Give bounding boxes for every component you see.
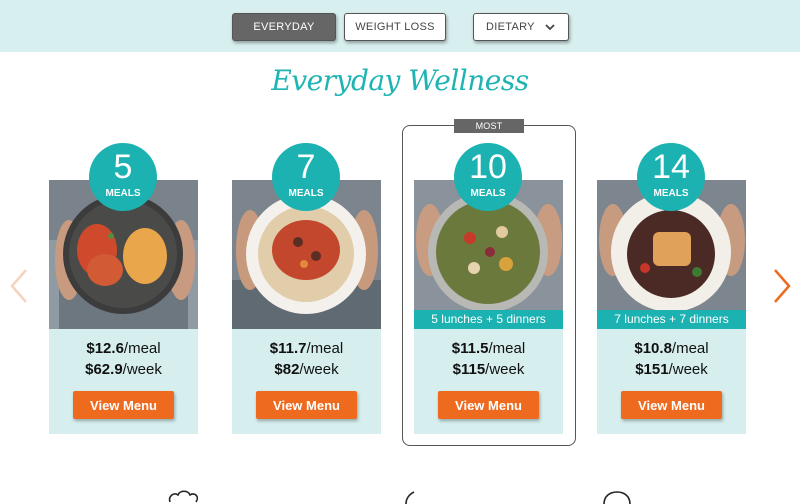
price-per-week-value: $151 — [635, 361, 669, 378]
view-menu-button[interactable]: View Menu — [73, 391, 174, 419]
price-per-week-value: $62.9 — [85, 361, 123, 378]
price-per-meal-value: $11.5 — [451, 340, 489, 357]
meal-count-unit: MEALS — [288, 188, 324, 199]
price-per-week: $62.9/week — [49, 361, 198, 378]
chef-hat-icon — [168, 490, 199, 503]
plan-card-7: 7 MEALS $11.7/meal $82/week View Menu — [232, 143, 381, 434]
price-per-meal-value: $12.6 — [86, 340, 124, 357]
meal-count: 7 — [296, 148, 316, 186]
tab-weight-loss[interactable]: WEIGHT LOSS — [344, 13, 446, 41]
price-per-week-suffix: /week — [668, 361, 708, 378]
price-per-meal-value: $10.8 — [634, 340, 672, 357]
meal-combo-label: 5 lunches + 5 dinners — [414, 310, 563, 329]
meal-count-badge: 10 MEALS — [454, 143, 522, 211]
meal-count: 14 — [652, 148, 690, 186]
price-per-meal-suffix: /meal — [123, 340, 161, 357]
clock-icon — [603, 491, 631, 504]
meal-count-unit: MEALS — [470, 188, 506, 199]
view-menu-button[interactable]: View Menu — [438, 391, 539, 419]
tab-everyday[interactable]: EVERYDAY — [232, 13, 336, 41]
page-title: Everyday Wellness — [271, 64, 529, 97]
plan-card-5: 5 MEALS $12.6/meal $62.9/week View Menu — [49, 143, 198, 434]
price-per-meal-value: $11.7 — [269, 340, 307, 357]
meal-count: 5 — [113, 148, 133, 186]
dietary-dropdown[interactable]: DIETARY — [473, 13, 569, 41]
price-per-week-suffix: /week — [485, 361, 525, 378]
price-per-week-value: $115 — [452, 361, 486, 378]
chevron-down-icon — [545, 24, 555, 31]
price-per-week: $115/week — [414, 361, 563, 378]
price-per-week-value: $82 — [274, 361, 300, 378]
price-per-week: $151/week — [597, 361, 746, 378]
price-per-week: $82/week — [232, 361, 381, 378]
price-per-meal-suffix: /meal — [306, 340, 344, 357]
dietary-dropdown-label: DIETARY — [486, 21, 535, 33]
view-menu-button[interactable]: View Menu — [621, 391, 722, 419]
price-per-meal-suffix: /meal — [488, 340, 526, 357]
meal-combo-label: 7 lunches + 7 dinners — [597, 310, 746, 329]
leaf-icon — [405, 491, 415, 504]
meal-count: 10 — [469, 148, 507, 186]
meal-count-badge: 14 MEALS — [637, 143, 705, 211]
view-menu-button[interactable]: View Menu — [256, 391, 357, 419]
meal-count-unit: MEALS — [653, 188, 689, 199]
price-per-meal: $12.6/meal — [49, 340, 198, 357]
price-per-meal: $11.7/meal — [232, 340, 381, 357]
carousel-prev-button[interactable] — [6, 266, 30, 306]
price-per-meal: $10.8/meal — [597, 340, 746, 357]
meal-count-badge: 5 MEALS — [89, 143, 157, 211]
price-per-week-suffix: /week — [299, 361, 339, 378]
plan-type-tabbar: EVERYDAY WEIGHT LOSS DIETARY — [0, 0, 800, 52]
carousel-next-button[interactable] — [770, 266, 794, 306]
meal-count-unit: MEALS — [105, 188, 141, 199]
plan-card-10: 10 MEALS 5 lunches + 5 dinners $11.5/mea… — [414, 143, 563, 434]
price-per-meal-suffix: /meal — [671, 340, 709, 357]
most-popular-tag: MOST POPULAR — [454, 119, 524, 145]
plan-card-14: 14 MEALS 7 lunches + 7 dinners $10.8/mea… — [597, 143, 746, 434]
meal-count-badge: 7 MEALS — [272, 143, 340, 211]
price-per-week-suffix: /week — [122, 361, 162, 378]
price-per-meal: $11.5/meal — [414, 340, 563, 357]
